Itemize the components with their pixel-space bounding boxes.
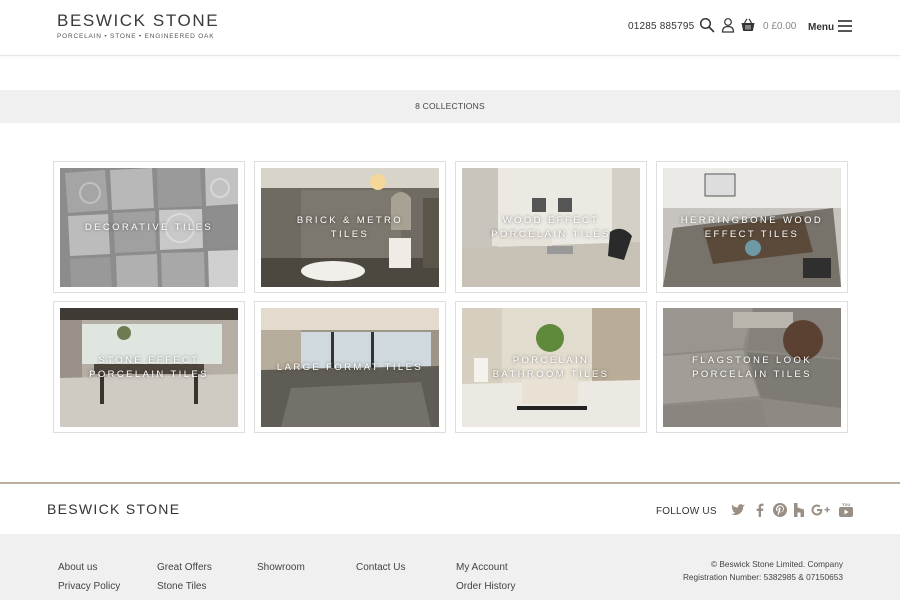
porcelain-bathroom-tiles-image: PORCELAIN BATHROOM TILES: [462, 308, 640, 427]
footer-top: BESWICK STONE FOLLOW US You: [0, 482, 900, 536]
google-plus-icon[interactable]: [810, 502, 832, 518]
svg-text:You: You: [842, 502, 850, 507]
collection-label: LARGE FORMAT TILES: [276, 361, 424, 373]
phone-number[interactable]: 01285 885795: [628, 21, 694, 32]
collection-label: STONE EFFECT PORCELAIN TILES: [89, 354, 209, 380]
logo-tagline: PORCELAIN • STONE • ENGINEERED OAK: [57, 33, 215, 40]
hamburger-menu-icon[interactable]: [838, 20, 852, 32]
flagstone-tiles-image: FLAGSTONE LOOK PORCELAIN TILES: [663, 308, 841, 427]
stone-effect-tiles-image: STONE EFFECT PORCELAIN TILES: [60, 308, 238, 427]
collection-card-herringbone[interactable]: HERRINGBONE WOOD EFFECT TILES: [656, 161, 848, 293]
wood-effect-tiles-image: WOOD EFFECT PORCELAIN TILES: [462, 168, 640, 287]
decorative-tiles-image: DECORATIVE TILES: [60, 168, 238, 287]
basket-icon[interactable]: [740, 17, 756, 33]
brick-metro-tiles-image: BRICK & METRO TILES: [261, 168, 439, 287]
twitter-icon[interactable]: [730, 502, 746, 518]
herringbone-tiles-image: HERRINGBONE WOOD EFFECT TILES: [663, 168, 841, 287]
footer-link-stone-tiles[interactable]: Stone Tiles: [157, 581, 206, 592]
account-icon[interactable]: [720, 17, 736, 33]
footer-link-contact-us[interactable]: Contact Us: [356, 562, 405, 573]
collection-card-stone-effect[interactable]: STONE EFFECT PORCELAIN TILES: [53, 301, 245, 433]
collections-count: 8 COLLECTIONS: [415, 101, 485, 111]
footer-link-my-account[interactable]: My Account: [456, 562, 508, 573]
site-logo[interactable]: BESWICK STONE PORCELAIN • STONE • ENGINE…: [57, 11, 220, 41]
footer-link-showroom[interactable]: Showroom: [257, 562, 305, 573]
collection-card-flagstone[interactable]: FLAGSTONE LOOK PORCELAIN TILES: [656, 301, 848, 433]
collection-label: DECORATIVE TILES: [84, 221, 214, 233]
collections-count-bar: 8 COLLECTIONS: [0, 90, 900, 123]
footer-logo[interactable]: BESWICK STONE: [47, 501, 180, 517]
search-icon[interactable]: [699, 17, 715, 33]
cart-total[interactable]: 0 £0.00: [763, 21, 796, 32]
footer-link-great-offers[interactable]: Great Offers: [157, 562, 212, 573]
collection-card-porcelain-bathroom[interactable]: PORCELAIN BATHROOM TILES: [455, 301, 647, 433]
footer-links-area: About us Privacy Policy Great Offers Sto…: [0, 534, 900, 600]
large-format-tiles-image: LARGE FORMAT TILES: [261, 308, 439, 427]
houzz-icon[interactable]: [791, 502, 807, 518]
youtube-icon[interactable]: You: [838, 502, 854, 518]
follow-us-label: FOLLOW US: [656, 506, 717, 517]
logo-title: BESWICK STONE: [57, 11, 220, 30]
pinterest-icon[interactable]: [772, 502, 788, 518]
collection-label: HERRINGBONE WOOD EFFECT TILES: [680, 214, 824, 240]
copyright-line-1: © Beswick Stone Limited. Company: [710, 559, 843, 569]
site-header: BESWICK STONE PORCELAIN • STONE • ENGINE…: [0, 0, 900, 56]
collection-card-brick-metro[interactable]: BRICK & METRO TILES: [254, 161, 446, 293]
collection-label: FLAGSTONE LOOK PORCELAIN TILES: [691, 354, 812, 380]
collection-label: BRICK & METRO TILES: [296, 214, 404, 240]
collection-card-large-format[interactable]: LARGE FORMAT TILES: [254, 301, 446, 433]
copyright-notice: © Beswick Stone Limited. Company Registr…: [683, 558, 843, 584]
collection-label: WOOD EFFECT PORCELAIN TILES: [491, 214, 611, 240]
facebook-icon[interactable]: [752, 502, 768, 518]
collection-card-decorative[interactable]: DECORATIVE TILES: [53, 161, 245, 293]
copyright-line-2: Registration Number: 5382985 & 07150653: [682, 572, 843, 582]
footer-link-about-us[interactable]: About us: [58, 562, 97, 573]
footer-link-order-history[interactable]: Order History: [456, 581, 515, 592]
menu-label[interactable]: Menu: [808, 22, 834, 33]
collection-label: PORCELAIN BATHROOM TILES: [492, 354, 610, 380]
footer-link-privacy-policy[interactable]: Privacy Policy: [58, 581, 120, 592]
collection-card-wood-effect[interactable]: WOOD EFFECT PORCELAIN TILES: [455, 161, 647, 293]
